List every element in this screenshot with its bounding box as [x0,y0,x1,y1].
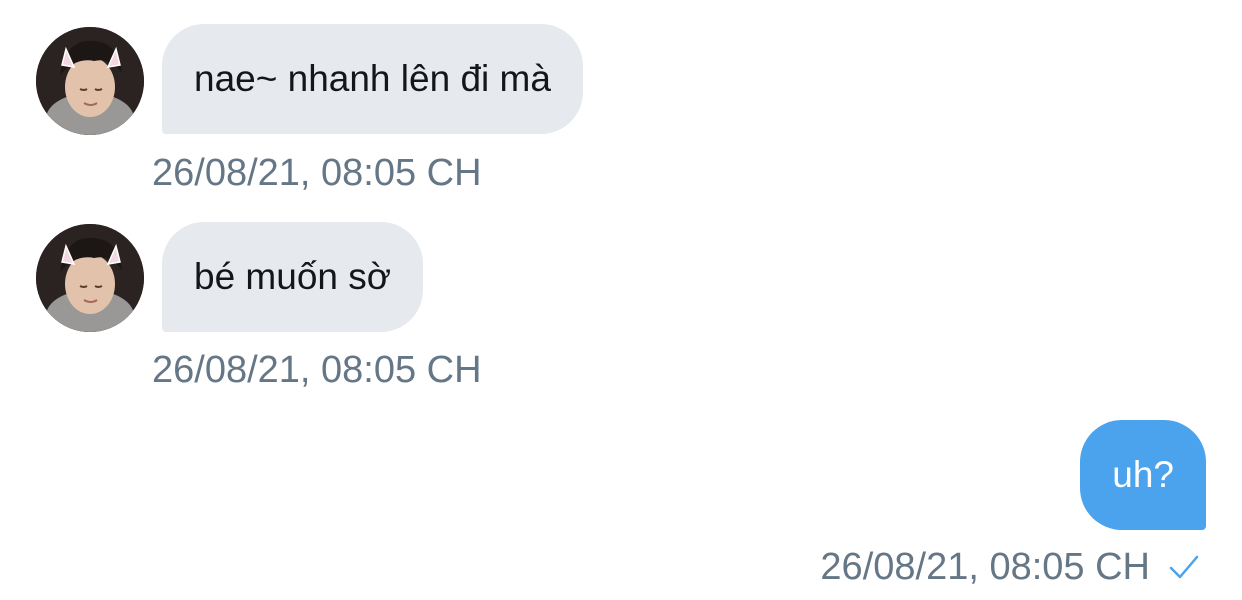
message-text: nae~ nhanh lên đi mà [194,58,551,99]
avatar-image [36,224,144,332]
sender-avatar[interactable] [36,27,144,135]
checkmark-icon [1169,555,1199,579]
message-text: bé muốn sờ [194,256,392,297]
message-bubble-sent[interactable]: uh? [1080,420,1206,530]
message-text: uh? [1112,454,1174,495]
message-bubble-received[interactable]: nae~ nhanh lên đi mà [162,24,583,134]
sender-avatar[interactable] [36,224,144,332]
message-bubble-received[interactable]: bé muốn sờ [162,222,424,332]
message-timestamp: 26/08/21, 08:05 CH [820,546,1150,588]
message-timestamp: 26/08/21, 08:05 CH [152,152,482,194]
avatar-image [36,27,144,135]
message-timestamp: 26/08/21, 08:05 CH [152,349,482,391]
sent-message-meta: 26/08/21, 08:05 CH [820,548,1200,586]
